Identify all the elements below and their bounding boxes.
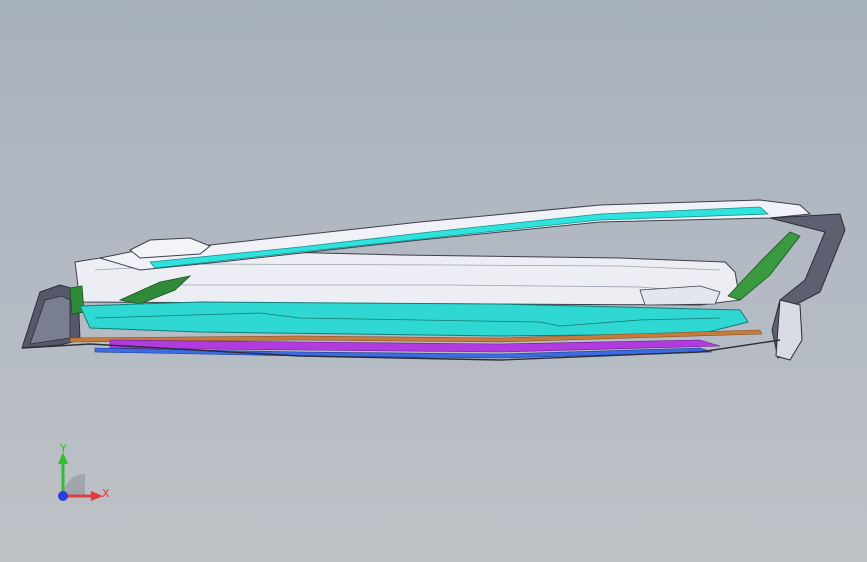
cad-viewport[interactable]: Y X [0,0,867,562]
coordinate-triad: Y X [45,438,125,518]
right-insert [639,285,721,306]
right-end-cap [775,299,803,361]
x-axis-label: X [102,487,110,500]
3d-model[interactable] [0,0,867,562]
green-bracket-right [727,231,801,301]
y-axis-label: Y [60,442,67,455]
triad-icon [58,452,103,501]
teal-panel [79,301,749,337]
